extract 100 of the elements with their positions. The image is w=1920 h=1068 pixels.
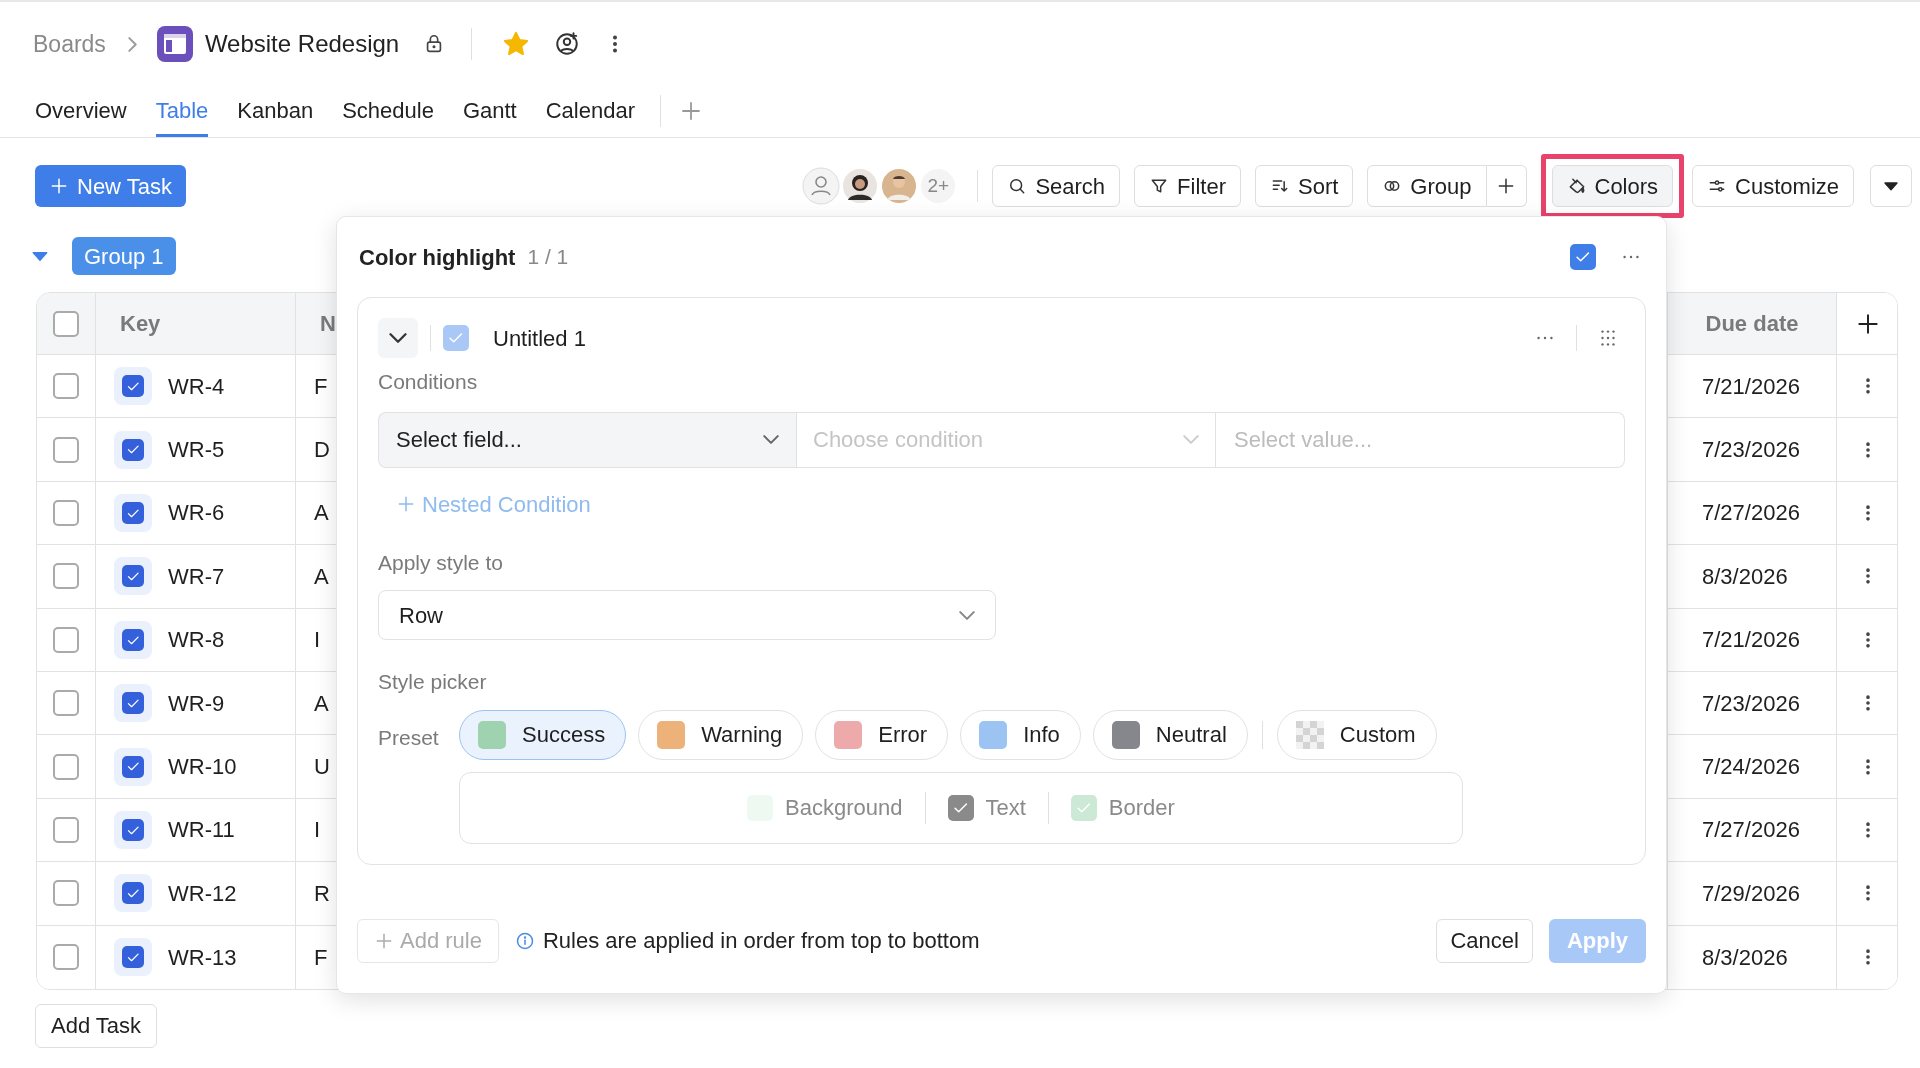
- table-cell-text: 7/21/2026: [1702, 372, 1800, 401]
- section-label: Style picker: [378, 669, 487, 695]
- view-tab[interactable]: Gantt: [462, 87, 517, 137]
- apply-to-dropdown[interactable]: Row: [378, 590, 996, 640]
- toolbar-button[interactable]: Colors: [1551, 165, 1674, 207]
- table-cell-text: R: [314, 879, 330, 908]
- preset-chip[interactable]: Success: [459, 709, 627, 760]
- checkbox-label: Text: [985, 794, 1026, 822]
- table-cell-text: F: [314, 943, 328, 972]
- row-checkbox[interactable]: [53, 373, 79, 400]
- preset-label: Preset: [378, 724, 440, 751]
- key-checkbox[interactable]: [122, 755, 144, 778]
- key-checkbox[interactable]: [122, 501, 144, 524]
- toolbar-button[interactable]: Customize: [1692, 165, 1854, 207]
- enable-highlight-checkbox[interactable]: [1570, 244, 1596, 270]
- toolbar-button[interactable]: Search: [992, 165, 1121, 207]
- table-cell-text: WR-5: [168, 436, 225, 465]
- add-user-icon[interactable]: [554, 31, 581, 57]
- toolbar-button[interactable]: Filter: [1134, 165, 1241, 207]
- preset-chip[interactable]: Warning: [638, 709, 804, 760]
- row-checkbox[interactable]: [53, 690, 79, 717]
- add-group-button[interactable]: [1486, 165, 1527, 207]
- avatar-icon[interactable]: [841, 167, 880, 205]
- table-cell-text: A: [314, 689, 329, 718]
- table-cell-text: D: [314, 436, 330, 465]
- table-cell-text: WR-7: [168, 562, 225, 591]
- table-cell-text: WR-10: [168, 753, 237, 782]
- hint-text: Rules are applied in order from top to bottom: [542, 927, 980, 955]
- key-checkbox[interactable]: [122, 565, 144, 588]
- field-dropdown[interactable]: Select field...: [378, 411, 796, 468]
- style-target-checkbox[interactable]: [947, 794, 974, 821]
- table-cell-text: 7/24/2026: [1702, 753, 1800, 782]
- table-cell-text: A: [314, 499, 329, 528]
- toolbar-button[interactable]: Group: [1367, 165, 1487, 207]
- key-checkbox[interactable]: [122, 946, 144, 969]
- row-checkbox[interactable]: [53, 944, 79, 971]
- board-title: Website Redesign: [204, 29, 400, 59]
- checkbox-label: Border: [1108, 794, 1175, 822]
- table-cell-text: U: [314, 753, 330, 782]
- popover-title: Color highlight: [359, 243, 516, 272]
- chevron-right-icon: [127, 36, 137, 52]
- view-tab[interactable]: Overview: [35, 87, 127, 137]
- view-tab[interactable]: Calendar: [545, 87, 635, 137]
- row-checkbox[interactable]: [53, 436, 79, 463]
- view-tab[interactable]: Table: [155, 87, 209, 137]
- section-label: Conditions: [378, 369, 478, 395]
- row-checkbox[interactable]: [53, 816, 79, 843]
- preset-chip[interactable]: Neutral: [1092, 709, 1248, 760]
- toolbar-button[interactable]: Sort: [1255, 165, 1354, 207]
- key-checkbox[interactable]: [122, 882, 144, 905]
- table-cell-text: WR-11: [168, 816, 235, 845]
- add-tab-icon[interactable]: [679, 99, 703, 123]
- preset-chip[interactable]: Info: [960, 709, 1081, 760]
- select-all-checkbox[interactable]: [53, 310, 79, 337]
- chevron-down-icon: [389, 333, 407, 343]
- column-header[interactable]: N: [320, 307, 336, 340]
- key-checkbox[interactable]: [122, 375, 144, 398]
- new-task-button[interactable]: New Task: [35, 165, 186, 207]
- plus-icon: [49, 176, 69, 196]
- view-tab[interactable]: Schedule: [342, 87, 434, 137]
- style-target-checkbox[interactable]: [1070, 794, 1097, 821]
- row-checkbox[interactable]: [53, 563, 79, 590]
- checkerboard-icon: [1295, 720, 1324, 749]
- collapse-rule-button[interactable]: [378, 318, 418, 358]
- preset-chip[interactable]: Error: [815, 709, 949, 760]
- key-checkbox[interactable]: [122, 438, 144, 461]
- table-cell-text: F: [314, 372, 328, 401]
- plus-icon: [396, 494, 416, 514]
- key-checkbox[interactable]: [122, 628, 144, 651]
- column-header[interactable]: Key: [120, 307, 161, 340]
- table-cell-text: 7/27/2026: [1702, 816, 1800, 845]
- key-checkbox[interactable]: [122, 818, 144, 841]
- cancel-button[interactable]: Cancel: [1436, 918, 1533, 963]
- value-field[interactable]: Select value...: [1216, 411, 1625, 468]
- checkbox-label: Background: [785, 794, 903, 822]
- rule-checkbox[interactable]: [443, 325, 469, 351]
- table-cell-text: WR-13: [168, 943, 237, 972]
- table-cell-text: I: [314, 626, 321, 655]
- table-cell-text: 7/21/2026: [1702, 626, 1800, 655]
- add-task-button[interactable]: Add Task: [35, 1003, 158, 1048]
- row-checkbox[interactable]: [53, 499, 79, 526]
- table-cell-text: A: [314, 562, 329, 591]
- table-cell-text: 8/3/2026: [1702, 562, 1788, 591]
- row-checkbox[interactable]: [53, 753, 79, 780]
- section-label: Apply style to: [378, 549, 503, 576]
- table-cell-text: WR-6: [168, 499, 225, 528]
- column-header[interactable]: Due date: [1705, 307, 1799, 340]
- board-icon: [156, 26, 193, 62]
- table-cell-text: 7/29/2026: [1702, 879, 1800, 908]
- table-cell-text: WR-12: [168, 879, 237, 908]
- row-checkbox[interactable]: [53, 626, 79, 653]
- table-cell-text: 7/23/2026: [1702, 436, 1800, 465]
- view-tab[interactable]: Kanban: [237, 87, 314, 137]
- key-checkbox[interactable]: [122, 692, 144, 715]
- chevron-down-icon: [763, 435, 779, 444]
- preset-chip[interactable]: Custom: [1276, 709, 1437, 760]
- star-icon[interactable]: [502, 30, 531, 58]
- more-views-button[interactable]: [1870, 165, 1912, 207]
- row-checkbox[interactable]: [53, 880, 79, 907]
- rule-count: 1 / 1: [527, 244, 569, 271]
